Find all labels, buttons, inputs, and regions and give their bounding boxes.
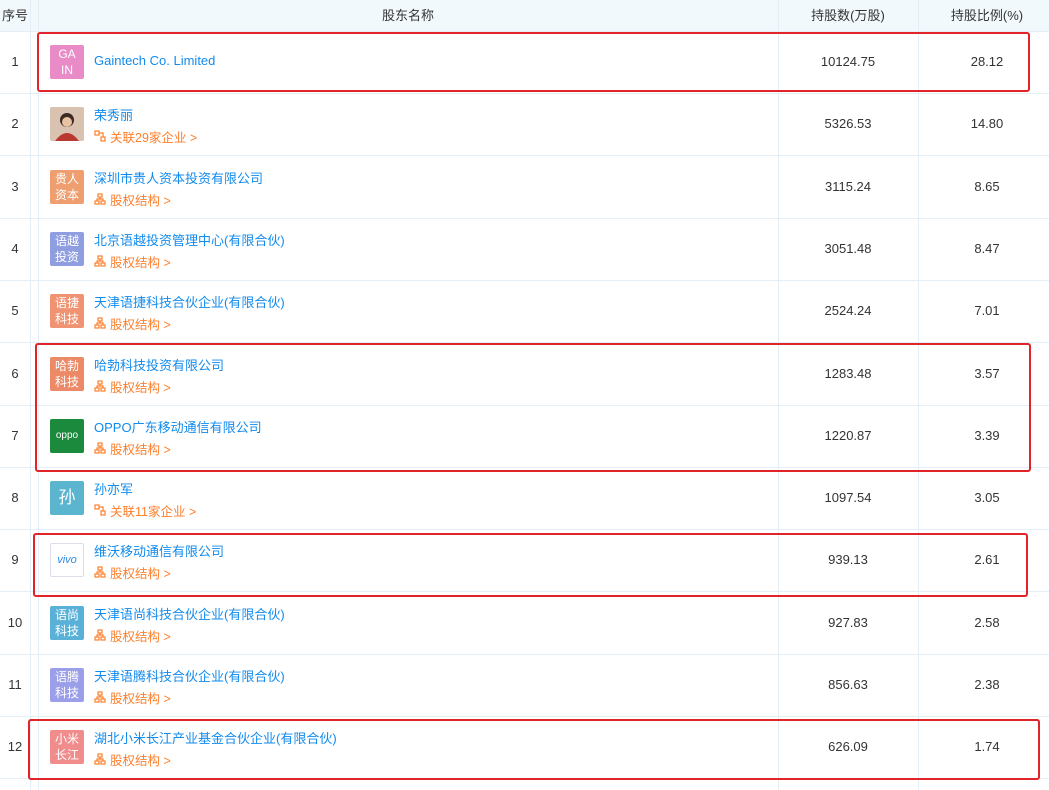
company-logo-icon: 语尚 科技	[50, 605, 84, 640]
ratio-value: 8.65	[974, 178, 1000, 194]
company-logo-icon: 孙	[50, 481, 84, 516]
table-row[interactable]: 10 语尚 科技 天津语尚科技合伙企业(有限合伙) 股权结构 > 927.83 2.58	[0, 592, 1049, 655]
row-index: 12	[7, 739, 23, 755]
shares-value: 3051.48	[824, 240, 872, 256]
shareholder-name-link[interactable]: 孙亦军	[94, 479, 133, 498]
row-index: 7	[11, 427, 19, 443]
relation-icon	[94, 504, 110, 519]
sub-link-label: 股权结构 >	[110, 318, 171, 333]
company-logo-icon	[50, 107, 84, 142]
ratio-value: 3.05	[974, 490, 1000, 506]
highlight-box	[37, 32, 1030, 92]
structure-icon	[94, 255, 110, 270]
sub-link-label: 股权结构 >	[110, 255, 171, 270]
row-index: 11	[8, 677, 22, 692]
row-index: 8	[11, 490, 19, 506]
shareholder-name-link[interactable]: 天津语尚科技合伙企业(有限合伙)	[94, 604, 285, 623]
table-row[interactable]: 8 孙孙亦军关联11家企业 > 1097.54 3.05	[0, 467, 1049, 531]
shareholder-name-link[interactable]: 天津语腾科技合伙企业(有限合伙)	[94, 666, 285, 685]
table-row[interactable]: 5 语捷 科技 天津语捷科技合伙企业(有限合伙) 股权结构 > 2524.24 7.01	[0, 280, 1049, 344]
relation-icon	[94, 130, 110, 145]
row-index: 5	[11, 303, 19, 319]
sub-link-label: 关联11家企业 >	[110, 505, 197, 520]
row-index: 3	[11, 178, 19, 194]
shares-value: 2524.24	[824, 303, 872, 319]
structure-icon	[94, 691, 110, 706]
table-row[interactable]: 11 语腾 科技 天津语腾科技合伙企业(有限合伙) 股权结构 > 856.63 2.38	[0, 654, 1049, 717]
ratio-value: 2.58	[974, 614, 1000, 630]
shareholder-sub-link[interactable]: 股权结构 >	[94, 252, 171, 271]
shareholder-name-link[interactable]: 荣秀丽	[94, 105, 133, 124]
sub-link-label: 关联29家企业 >	[110, 131, 198, 146]
shareholder-sub-link[interactable]: 股权结构 >	[94, 314, 171, 333]
sub-link-label: 股权结构 >	[110, 692, 171, 706]
row-index: 6	[11, 365, 19, 381]
highlight-box	[33, 533, 1028, 597]
structure-icon	[94, 629, 110, 644]
shares-value: 856.63	[828, 677, 868, 692]
table-row[interactable]: 4 语越 投资 北京语越投资管理中心(有限合伙) 股权结构 > 3051.48 8.47	[0, 218, 1049, 281]
shares-value: 927.83	[828, 614, 868, 630]
shareholder-sub-link[interactable]: 股权结构 >	[94, 688, 171, 707]
company-logo-icon: 语越 投资	[50, 231, 84, 266]
company-logo-icon: 语捷 科技	[50, 294, 84, 329]
shareholder-name-link[interactable]: 深圳市贵人资本投资有限公司	[94, 168, 263, 187]
row-index: 10	[7, 614, 23, 630]
shareholder-sub-link[interactable]: 股权结构 >	[94, 190, 171, 209]
shareholder-sub-link[interactable]: 股权结构 >	[94, 626, 171, 645]
shares-value: 1097.54	[824, 490, 872, 506]
header-shareholder-name: 股东名称	[381, 8, 434, 23]
highlight-box	[28, 719, 1040, 780]
sub-link-label: 股权结构 >	[110, 193, 171, 208]
ratio-value: 7.01	[974, 303, 1000, 319]
structure-icon	[94, 192, 110, 208]
shares-value: 5326.53	[824, 116, 872, 132]
company-logo-icon: 语腾 科技	[50, 668, 84, 702]
row-index: 4	[11, 240, 19, 256]
shareholder-sub-link[interactable]: 关联29家企业 >	[94, 127, 197, 146]
structure-icon	[94, 317, 110, 332]
header-ratio: 持股比例(%)	[950, 8, 1024, 23]
ratio-value: 2.38	[974, 677, 1000, 692]
shares-value: 3115.24	[824, 178, 872, 194]
table-row[interactable]: 2 荣秀丽关联29家企业 > 5326.53 14.80	[0, 93, 1049, 157]
table-row[interactable]: 3 贵人 资本 深圳市贵人资本投资有限公司股权结构 > 3115.24 8.65	[0, 156, 1049, 219]
shareholder-name-link[interactable]: 北京语越投资管理中心(有限合伙)	[94, 230, 285, 249]
row-index: 1	[11, 54, 19, 69]
ratio-value: 14.80	[970, 116, 1004, 132]
row-index: 2	[11, 116, 19, 132]
sub-link-label: 股权结构 >	[110, 629, 171, 644]
table-header: 序号 股东名称 持股数(万股) 持股比例(%)	[0, 0, 1049, 32]
shareholder-name-link[interactable]: 天津语捷科技合伙企业(有限合伙)	[94, 292, 285, 311]
header-shares: 持股数(万股)	[811, 8, 885, 23]
company-logo-icon: 贵人 资本	[50, 169, 84, 204]
shareholder-sub-link[interactable]: 关联11家企业 >	[94, 501, 196, 520]
header-index: 序号	[1, 8, 28, 23]
ratio-value: 8.47	[974, 240, 1000, 256]
row-index: 9	[11, 552, 19, 568]
highlight-box	[35, 343, 1031, 472]
